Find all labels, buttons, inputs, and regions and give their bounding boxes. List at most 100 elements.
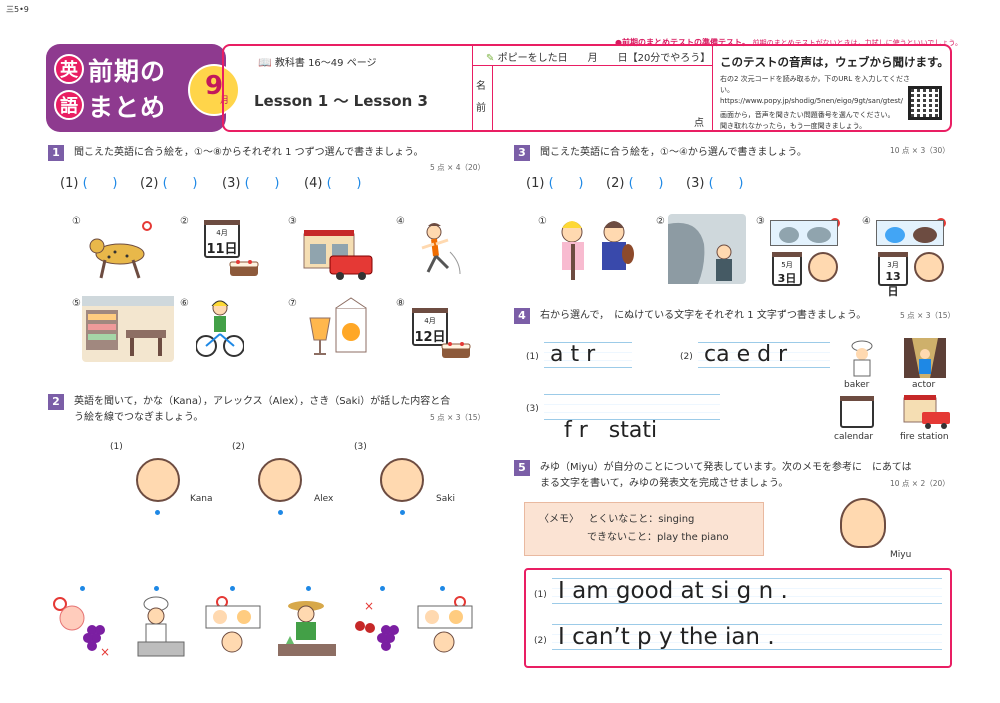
- saki-face: [380, 458, 424, 502]
- family-pet-picture: [414, 596, 476, 658]
- q2-person-num-1: (1): [110, 442, 123, 452]
- miyu-label: Miyu: [890, 550, 912, 560]
- q2-points: 5 点 × 3（15）: [430, 413, 486, 422]
- choice-fire-station: fire station: [900, 432, 949, 442]
- calendar-icon: 3月 13日: [878, 252, 908, 298]
- lesson-range: Lesson 1 〜 Lesson 3: [254, 92, 428, 110]
- orange-juice-picture: [304, 296, 374, 362]
- q3-points: 10 点 × 3（30）: [890, 146, 950, 155]
- connect-dot[interactable]: [306, 586, 311, 591]
- q3-answer-3[interactable]: (3) ( ): [686, 176, 744, 191]
- q1-number: 1: [48, 145, 64, 161]
- header-box: 📖 教科書 16〜49 ページ Lesson 1 〜 Lesson 3 ✎ ポピ…: [222, 44, 952, 132]
- baker-picture: [842, 340, 882, 378]
- family-pet-picture: [202, 596, 264, 658]
- q1-pic-label-6: ⑥: [180, 298, 189, 309]
- q1-answer-1[interactable]: (1) ( ): [60, 176, 118, 191]
- q5-line-num-2: (2): [534, 636, 547, 646]
- q5-line-num-1: (1): [534, 590, 547, 600]
- peach-grapes-picture: ×: [52, 596, 114, 659]
- popy-date: ✎ ポピーをした日 月 日【20分でやろう】: [486, 49, 710, 64]
- q5-text2: まる文字を書いて，みゆの発表文を完成させましょう。: [540, 478, 789, 489]
- connect-dot[interactable]: [380, 586, 385, 591]
- calendar-icon: 5月 3日: [772, 252, 802, 286]
- page-code: 三5•9: [6, 5, 29, 14]
- connect-dot[interactable]: [154, 586, 159, 591]
- q2-person-num-3: (3): [354, 442, 367, 452]
- q4-points: 5 点 × 3（15）: [900, 311, 956, 320]
- alex-face: [258, 458, 302, 502]
- fire-station-icon: [902, 392, 952, 430]
- connect-dot[interactable]: [440, 586, 445, 591]
- kana-face: [136, 458, 180, 502]
- q4-item-1[interactable]: a t r: [544, 342, 632, 368]
- memo-line1: とくいなこと：singing: [588, 514, 695, 525]
- miyu-face: [840, 498, 886, 548]
- q3-pic-label-3: ③: [756, 216, 765, 227]
- q3-pic-label-2: ②: [656, 216, 665, 227]
- cheetah-picture: [85, 230, 155, 280]
- q3-pic-label-4: ④: [862, 216, 871, 227]
- q1-points: 5 点 × 4（20）: [430, 163, 486, 172]
- name-field[interactable]: [496, 70, 706, 128]
- q4-item-text-1: a t r: [550, 342, 596, 367]
- q1-answer-4[interactable]: (4) ( ): [304, 176, 362, 191]
- memo-label: 〈メモ〉: [539, 514, 579, 525]
- q1-pic-label-8: ⑧: [396, 298, 405, 309]
- q5-number: 5: [514, 460, 530, 476]
- q1-pic-label-3: ③: [288, 216, 297, 227]
- q4-item-num-2: (2): [680, 352, 693, 362]
- fire-station-picture: [300, 226, 376, 280]
- q1-answer-2[interactable]: (2) ( ): [140, 176, 198, 191]
- q5-line-1[interactable]: I am good at si g n .: [552, 578, 942, 604]
- q3-number: 3: [514, 145, 530, 161]
- subject-kanji-top: 英: [54, 54, 84, 84]
- q2-person-name-1: Kana: [190, 494, 213, 504]
- q1-text: 聞こえた英語に合う絵を，①〜⑧からそれぞれ 1 つずつ選んで書きましょう。: [74, 147, 424, 158]
- cook-picture: [126, 596, 188, 658]
- q3-answer-2[interactable]: (2) ( ): [606, 176, 664, 191]
- web-desc3: 聞き取れなかったら，もう一度聞きましょう。: [720, 122, 867, 130]
- name-label: 名前: [476, 81, 486, 114]
- web-desc2: 画面から，音声を聞きたい問題番号を選んでください。: [720, 111, 895, 119]
- calendar-icon: [840, 396, 874, 428]
- actor-picture: [904, 338, 946, 378]
- calendar-icon: 4月 11日: [204, 220, 240, 258]
- connect-dot[interactable]: [80, 586, 85, 591]
- choice-baker: baker: [844, 380, 870, 390]
- svg-text:×: ×: [364, 599, 374, 613]
- score-label: 点: [694, 118, 704, 129]
- bicycle-boy-picture: [195, 298, 245, 360]
- choice-actor: actor: [912, 380, 936, 390]
- memo-card: 〈メモ〉 とくいなこと：singing できないこと：play the pian…: [524, 502, 764, 556]
- web-url[interactable]: https://www.popy.jp/shodig/5nen/eigo/9gt…: [720, 96, 915, 107]
- q3-answer-1[interactable]: (1) ( ): [526, 176, 584, 191]
- q5-line-text-1: I am good at si g n .: [558, 578, 788, 604]
- q4-item-3[interactable]: f r stati: [544, 394, 720, 443]
- connect-dot[interactable]: [400, 510, 405, 515]
- book-icon: 📖: [258, 56, 272, 69]
- popy-date-label: ポピーをした日 月 日【20分でやろう】: [497, 53, 711, 64]
- q5-line-2[interactable]: I can’t p y the ian .: [552, 624, 942, 650]
- convenience-store-picture: [82, 296, 174, 362]
- qr-code[interactable]: [908, 86, 942, 120]
- gardener-picture: [276, 596, 338, 658]
- memo-line2: できないこと：play the piano: [587, 532, 729, 543]
- textbook-label: 教科書 16〜49 ページ: [274, 58, 377, 69]
- q4-item-2[interactable]: ca e d r: [698, 342, 830, 368]
- connect-dot[interactable]: [278, 510, 283, 515]
- web-desc1: 右の2 次元コードを読み取るか，下のURL を入力してください。: [720, 75, 910, 94]
- q4-item-num-3: (3): [526, 404, 539, 414]
- q5-points: 10 点 × 2（20）: [890, 479, 950, 488]
- q1-pic-label-4: ④: [396, 216, 405, 227]
- q2-text2: う絵を線でつなぎましょう。: [74, 412, 204, 423]
- q1-answer-3[interactable]: (3) ( ): [222, 176, 280, 191]
- q1-pic-label-1: ①: [72, 216, 81, 227]
- q2-person-name-3: Saki: [436, 494, 455, 504]
- cake-icon: [440, 340, 472, 360]
- elephant-icon: [770, 220, 838, 246]
- connect-dot[interactable]: [155, 510, 160, 515]
- connect-dot[interactable]: [230, 586, 235, 591]
- q3-text: 聞こえた英語に合う絵を，①〜④から選んで書きましょう。: [540, 147, 807, 158]
- q1-pic-label-5: ⑤: [72, 298, 81, 309]
